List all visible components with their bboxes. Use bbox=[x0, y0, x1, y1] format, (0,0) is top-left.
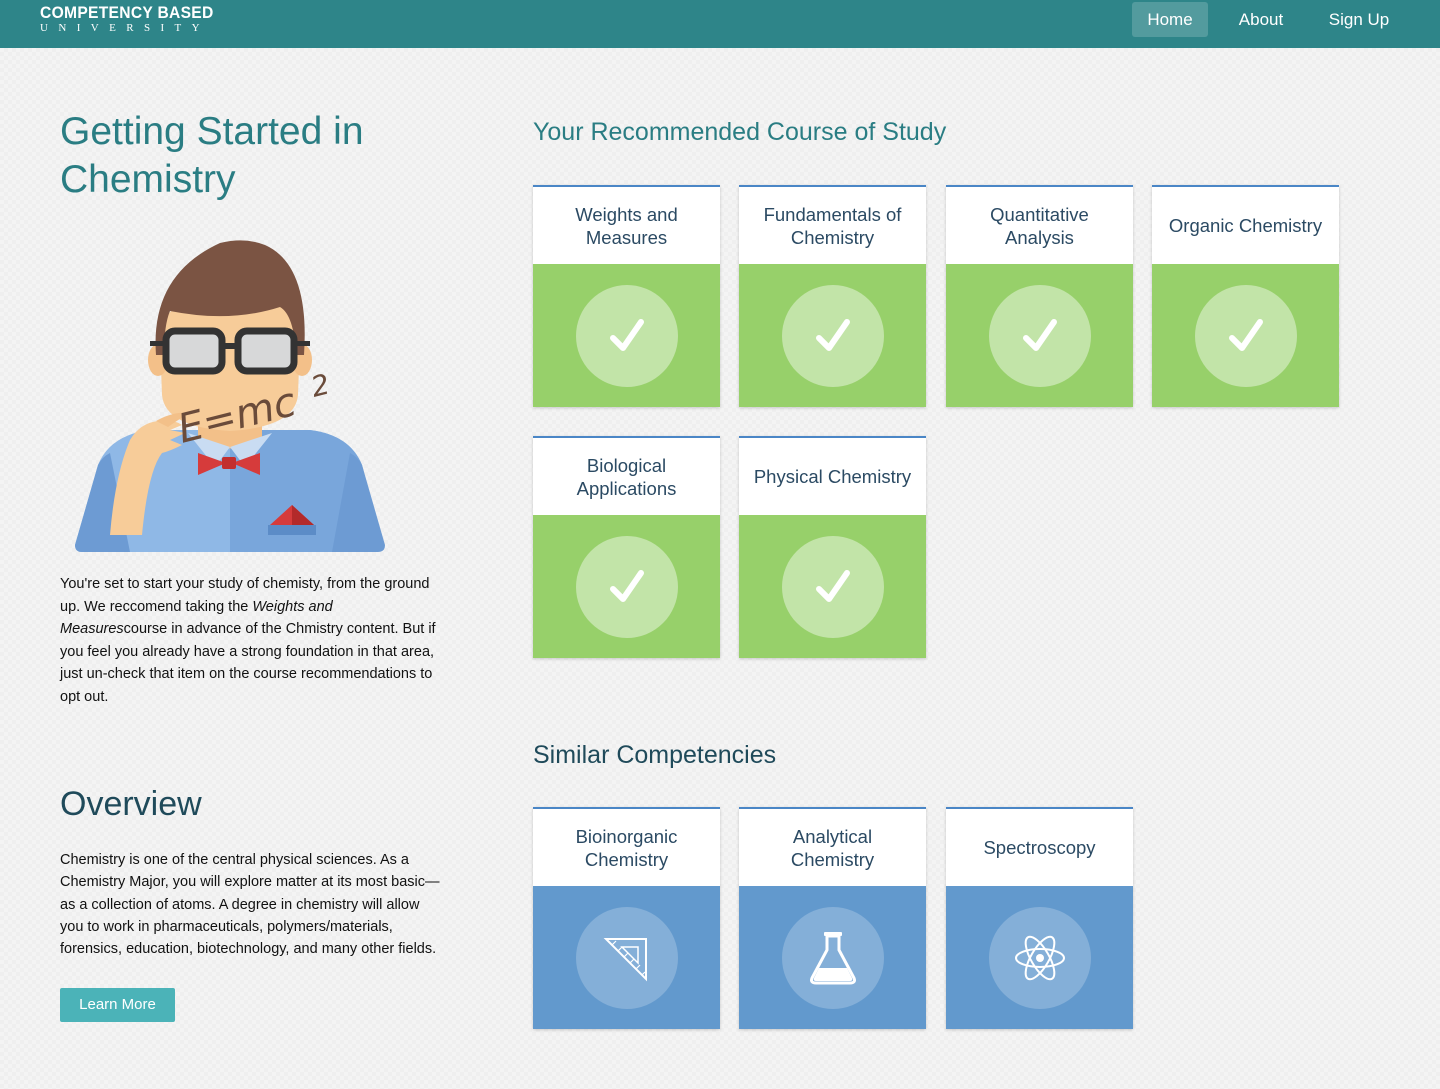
top-navbar: COMPETENCY BASED UNIVERSITY Home About S… bbox=[0, 0, 1440, 48]
set-square-icon bbox=[575, 906, 678, 1009]
overview-paragraph: Chemistry is one of the central physical… bbox=[60, 852, 440, 958]
page-title: Getting Started in Chemistry bbox=[60, 110, 364, 201]
site-logo[interactable]: COMPETENCY BASED UNIVERSITY bbox=[40, 3, 229, 35]
competency-card-body bbox=[739, 886, 926, 1029]
course-card-weights-and-measures[interactable]: Weights and Measures bbox=[533, 185, 720, 407]
formula-superscript: 2 bbox=[308, 367, 333, 403]
course-card-label: Fundamentals of Chemistry bbox=[763, 203, 902, 248]
course-card-body bbox=[739, 264, 926, 407]
course-card-body bbox=[533, 515, 720, 658]
checkmark-icon[interactable] bbox=[575, 535, 678, 638]
course-card-biological-applications[interactable]: Biological Applications bbox=[533, 436, 720, 658]
course-card-label: Physical Chemistry bbox=[753, 466, 912, 487]
course-card-body bbox=[1152, 264, 1339, 407]
competency-card-analytical-chemistry[interactable]: Analytical Chemistry bbox=[739, 807, 926, 1029]
atom-icon bbox=[988, 906, 1091, 1009]
intro-paragraph: You're set to start your study of chemis… bbox=[60, 573, 442, 708]
competency-card-label: Bioinorganic Chemistry bbox=[575, 825, 678, 870]
flask-icon bbox=[781, 906, 884, 1009]
competency-card-bioinorganic-chemistry[interactable]: Bioinorganic Chemistry bbox=[533, 807, 720, 1029]
course-card-label: Weights and Measures bbox=[575, 203, 678, 248]
logo-text-bottom: UNIVERSITY bbox=[40, 22, 210, 34]
intro-text-part1: You're set to start your study of chemis… bbox=[60, 576, 430, 615]
nav-signup-link[interactable]: Sign Up bbox=[1318, 2, 1400, 37]
checkmark-icon[interactable] bbox=[781, 284, 884, 387]
course-card-body bbox=[946, 264, 1133, 407]
competency-card-label: Analytical Chemistry bbox=[790, 825, 875, 870]
logo-text-top: COMPETENCY BASED bbox=[40, 3, 214, 22]
course-card-quantitative-analysis[interactable]: Quantitative Analysis bbox=[946, 185, 1133, 407]
course-card-body bbox=[739, 515, 926, 658]
course-card-label: Biological Applications bbox=[576, 454, 677, 499]
competency-card-label: Spectroscopy bbox=[983, 837, 1096, 858]
course-card-body bbox=[533, 264, 720, 407]
course-card-fundamentals-of-chemistry[interactable]: Fundamentals of Chemistry bbox=[739, 185, 926, 407]
competency-card-body bbox=[533, 886, 720, 1029]
similar-title: Similar Competencies bbox=[533, 741, 777, 769]
competency-card-spectroscopy[interactable]: Spectroscopy bbox=[946, 807, 1133, 1029]
nav-home-link[interactable]: Home bbox=[1132, 2, 1208, 37]
learn-more-button[interactable]: Learn More bbox=[60, 988, 175, 1022]
course-card-physical-chemistry[interactable]: Physical Chemistry bbox=[739, 436, 926, 658]
scientist-illustration: E=mc 2 bbox=[75, 240, 385, 552]
course-card-organic-chemistry[interactable]: Organic Chemistry bbox=[1152, 185, 1339, 407]
course-card-label: Organic Chemistry bbox=[1168, 215, 1323, 236]
checkmark-icon[interactable] bbox=[988, 284, 1091, 387]
competency-card-body bbox=[946, 886, 1133, 1029]
overview-title: Overview bbox=[60, 785, 202, 823]
checkmark-icon[interactable] bbox=[781, 535, 884, 638]
nav-about-link[interactable]: About bbox=[1225, 2, 1297, 37]
checkmark-icon[interactable] bbox=[1194, 284, 1297, 387]
checkmark-icon[interactable] bbox=[575, 284, 678, 387]
course-card-label: Quantitative Analysis bbox=[990, 203, 1089, 248]
recommended-title: Your Recommended Course of Study bbox=[533, 118, 947, 146]
